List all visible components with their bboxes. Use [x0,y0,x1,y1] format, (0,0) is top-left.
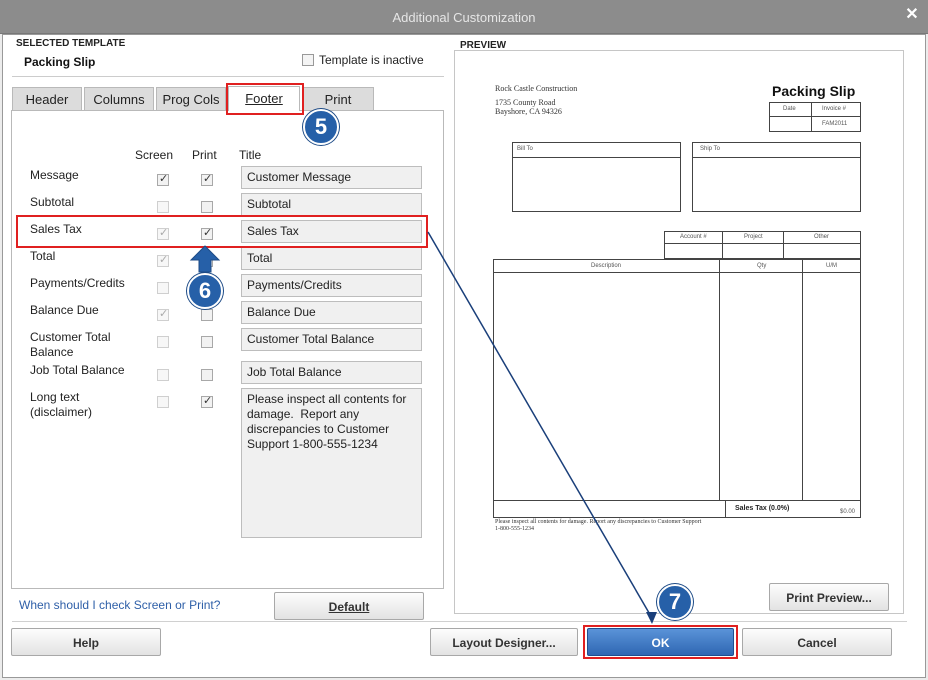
step-5-badge: 5 [303,109,339,145]
footer-tab-highlight [226,83,304,115]
screen-checkbox-customer-total-balance [157,336,169,348]
screen-checkbox-balance-due: ✓ [157,308,169,321]
print-column-header: Print [192,148,217,162]
screen-checkbox-long-text [157,396,169,408]
preview-divider [664,243,861,244]
print-checkbox-job-total-balance[interactable] [201,369,213,381]
preview-other-label: Other [814,234,830,240]
preview-document-title: Packing Slip [772,83,856,99]
preview-divider [512,157,681,158]
preview-divider [493,500,861,501]
preview-divider [725,500,726,518]
screen-checkbox-subtotal [157,201,169,213]
preview-divider [719,259,720,501]
print-checkbox-balance-due[interactable] [201,309,213,321]
tab-print[interactable]: Print [302,87,374,110]
preview-ship-to-label: Ship To [700,146,720,152]
print-checkbox-long-text[interactable]: ✓ [201,395,213,408]
preview-account-label: Account # [680,234,707,240]
default-button[interactable]: Default [274,592,424,620]
preview-divider [783,231,784,259]
print-checkbox-message[interactable]: ✓ [201,173,213,186]
preview-divider [692,157,861,158]
tab-header[interactable]: Header [12,87,82,110]
window-title: Additional Customization [392,10,536,25]
print-checkbox-total[interactable] [201,255,213,267]
preview-invoice-label: Invoice # [822,106,847,112]
preview-bill-to-label: Bill To [517,146,533,152]
row-label-payments-credits: Payments/Credits [30,276,125,290]
preview-divider [722,231,723,259]
title-bar: Additional Customization ✕ [0,0,928,34]
tab-header-label: Header [25,92,69,107]
screen-checkbox-total: ✓ [157,254,169,267]
screen-column-header: Screen [135,148,174,162]
row-label-subtotal: Subtotal [30,195,75,209]
preview-footer-text-1: Please inspect all contents for damage. … [495,519,702,525]
preview-company-address-1: 1735 County Road [495,98,556,107]
row-label-total: Total [30,249,56,263]
tab-print-label: Print [324,92,352,107]
row-label-customer-total-balance: Customer Total Balance [30,330,111,359]
divider [12,621,907,622]
print-checkbox-customer-total-balance[interactable] [201,336,213,348]
title-field-message[interactable]: Customer Message [241,166,422,189]
layout-designer-button[interactable]: Layout Designer... [430,628,578,656]
preview-um-label: U/M [826,263,837,269]
preview-divider [769,116,861,117]
preview-date-label: Date [783,106,796,112]
cancel-button[interactable]: Cancel [742,628,892,656]
title-field-customer-total-balance[interactable]: Customer Total Balance [241,328,422,351]
preview-items-table [493,259,861,518]
preview-footer-text-2: 1-800-555-1234 [495,526,534,532]
print-checkbox-subtotal[interactable] [201,201,213,213]
title-field-job-total-balance[interactable]: Job Total Balance [241,361,422,384]
title-column-header: Title [239,148,262,162]
preview-invoice-value: FAM2011 [822,121,848,127]
preview-description-label: Description [591,263,622,269]
title-field-balance-due[interactable]: Balance Due [241,301,422,324]
title-field-long-text[interactable]: Please inspect all contents for damage. … [241,388,422,538]
selected-template-name: Packing Slip [24,55,96,69]
tab-prog-cols[interactable]: Prog Cols [156,87,226,110]
default-button-label: Default [328,600,370,614]
screen-checkbox-job-total-balance [157,369,169,381]
row-label-message: Message [30,168,79,182]
tab-columns-label: Columns [93,92,145,107]
template-inactive-checkbox[interactable]: Template is inactive [302,53,424,67]
step-7-badge: 7 [657,584,693,620]
preview-company-name: Rock Castle Construction [495,84,578,93]
screen-or-print-help-link[interactable]: When should I check Screen or Print? [19,598,220,612]
preview-bill-to-box [512,142,681,212]
row-label-balance-due: Balance Due [30,303,99,317]
checkbox-box[interactable] [302,54,314,66]
title-field-total[interactable]: Total [241,247,422,270]
template-inactive-label: Template is inactive [319,53,424,67]
preview-company-address-2: Bayshore, CA 94326 [495,107,562,116]
screen-checkbox-message[interactable]: ✓ [157,173,169,186]
ok-button-highlight [583,625,738,659]
row-label-job-total-balance: Job Total Balance [30,363,125,377]
preview-sales-tax-line: Sales Tax (0.0%) [735,505,790,512]
tab-columns[interactable]: Columns [84,87,154,110]
preview-divider [493,272,861,273]
divider [12,76,444,77]
title-field-subtotal[interactable]: Subtotal [241,193,422,216]
preview-project-label: Project [744,234,763,240]
help-button[interactable]: Help [11,628,161,656]
print-preview-button[interactable]: Print Preview... [769,583,889,611]
row-label-long-text: Long text (disclaimer) [30,390,93,419]
close-icon[interactable]: ✕ [905,7,919,23]
preview-divider [802,259,803,501]
tab-prog-cols-label: Prog Cols [162,92,220,107]
selected-template-heading: SELECTED TEMPLATE [16,38,126,49]
title-field-payments-credits[interactable]: Payments/Credits [241,274,422,297]
step-6-badge: 6 [187,273,223,309]
screen-checkbox-payments-credits [157,282,169,294]
sales-tax-row-highlight [16,215,428,248]
preview-sales-tax-value: $0.00 [840,509,856,515]
preview-qty-label: Qty [757,263,767,269]
preview-ship-to-box [692,142,861,212]
